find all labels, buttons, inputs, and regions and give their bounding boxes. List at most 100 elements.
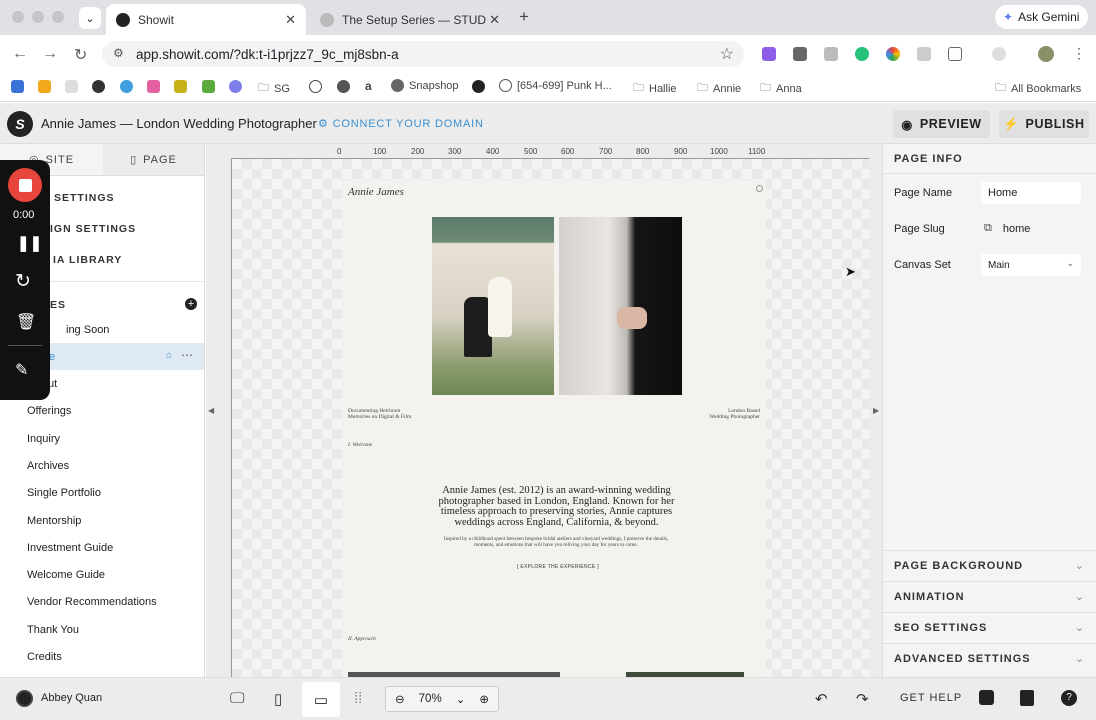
tab-showit[interactable]: Showit ✕ bbox=[106, 4, 306, 35]
bookmark-shopify-icon[interactable] bbox=[202, 80, 215, 93]
page-item-offerings[interactable]: Offerings bbox=[0, 397, 204, 424]
draw-icon[interactable]: ✎ bbox=[15, 360, 28, 380]
site-page-preview[interactable]: Annie James Documenting Heirloom Memorie… bbox=[342, 180, 766, 677]
headline-text[interactable]: Annie James (est. 2012) is an award-winn… bbox=[424, 485, 689, 528]
page-item-thank-you[interactable]: Thank You bbox=[0, 616, 204, 643]
window-close-light[interactable] bbox=[12, 11, 24, 23]
url-field[interactable]: ⚙ app.showit.com/?dk:t-i1prjzz7_9c_mj8sb… bbox=[102, 41, 744, 67]
bookmark-star-icon[interactable]: ☆ bbox=[720, 44, 734, 64]
close-tab-icon[interactable]: ✕ bbox=[489, 12, 500, 28]
page-slug-field[interactable]: ⧉ home bbox=[984, 222, 1030, 235]
body-text[interactable]: Inspired by a childhood spent between be… bbox=[437, 536, 675, 548]
close-tab-icon[interactable]: ✕ bbox=[285, 12, 296, 28]
publish-button[interactable]: ⚡ PUBLISH bbox=[999, 110, 1089, 138]
site-logo[interactable]: Annie James bbox=[348, 186, 404, 198]
bookmark-circle-icon[interactable] bbox=[229, 80, 242, 93]
extension-grid-icon[interactable] bbox=[917, 47, 931, 61]
page-name-input[interactable]: Home bbox=[981, 182, 1081, 204]
stop-recording-button[interactable] bbox=[8, 168, 42, 202]
page-item-mentorship[interactable]: Mentorship bbox=[0, 507, 204, 534]
extension-color-icon[interactable] bbox=[886, 47, 900, 61]
bookmark-hy-icon[interactable] bbox=[174, 80, 187, 93]
delete-icon[interactable]: 🗑 bbox=[16, 312, 36, 332]
window-zoom-light[interactable] bbox=[52, 11, 64, 23]
browser-menu-icon[interactable]: ⋮ bbox=[1072, 45, 1086, 62]
zoom-control[interactable]: ⊖ 70% ⌄ ⊕ bbox=[385, 686, 499, 712]
redo-icon[interactable]: ↷ bbox=[856, 690, 869, 708]
docs-icon[interactable] bbox=[1020, 690, 1034, 706]
bookmark-sg[interactable]: 🗀 SG bbox=[258, 79, 290, 98]
reload-icon[interactable]: ↻ bbox=[74, 45, 87, 65]
bookmark-20-icon[interactable] bbox=[11, 80, 24, 93]
site-settings-item[interactable]: SETTINGS bbox=[54, 192, 115, 204]
zoom-out-icon[interactable]: ⊖ bbox=[395, 692, 405, 706]
animation-accordion[interactable]: ANIMATION ⌄ bbox=[883, 581, 1096, 611]
page-background-accordion[interactable]: PAGE BACKGROUND ⌄ bbox=[883, 550, 1096, 580]
bookmark-video-icon[interactable] bbox=[38, 80, 51, 93]
bookmark-s-icon[interactable] bbox=[337, 80, 350, 93]
page-item-inquiry[interactable]: Inquiry bbox=[0, 425, 204, 452]
get-help-link[interactable]: GET HELP bbox=[900, 692, 962, 704]
profile-avatar-icon[interactable] bbox=[1038, 46, 1054, 62]
collapse-right-icon[interactable]: ▶ bbox=[873, 406, 879, 415]
extension-grammarly-icon[interactable] bbox=[855, 47, 869, 61]
zoom-level[interactable]: 70% bbox=[419, 693, 442, 705]
page-item-investment-guide[interactable]: Investment Guide bbox=[0, 534, 204, 561]
dress-detail-photo[interactable] bbox=[559, 217, 682, 395]
tab-search-chevron-icon[interactable]: ⌄ bbox=[79, 7, 101, 29]
desktop-canvas-toggle[interactable]: ▭ bbox=[302, 682, 340, 717]
bookmark-amazon-icon[interactable]: a bbox=[365, 79, 372, 93]
forward-icon[interactable]: → bbox=[42, 45, 58, 63]
bookmark-annie[interactable]: 🗀 Annie bbox=[697, 79, 741, 98]
media-library-item[interactable]: IA LIBRARY bbox=[53, 254, 122, 266]
extension-camera-icon[interactable] bbox=[824, 47, 838, 61]
design-settings-item[interactable]: IGN SETTINGS bbox=[50, 223, 136, 235]
bookmark-punk[interactable]: [654-699] Punk H... bbox=[499, 79, 612, 92]
connect-domain-link[interactable]: ⚙ CONNECT YOUR DOMAIN bbox=[318, 117, 484, 131]
add-page-icon[interactable]: + bbox=[185, 298, 197, 310]
collapse-left-icon[interactable]: ◀ bbox=[208, 406, 214, 415]
all-bookmarks[interactable]: 🗀 All Bookmarks bbox=[995, 79, 1081, 98]
password-key-icon[interactable] bbox=[992, 47, 1006, 61]
grid-icon[interactable]: ⁞⁞ bbox=[354, 690, 362, 707]
page-item-vendor-recommendations[interactable]: Vendor Recommendations bbox=[0, 588, 204, 615]
more-options-icon[interactable]: ⋯ bbox=[181, 348, 193, 362]
pause-icon[interactable]: ❚❚ bbox=[17, 234, 42, 252]
bookmark-play-icon[interactable] bbox=[472, 80, 485, 93]
extension-f-icon[interactable] bbox=[793, 47, 807, 61]
menu-circle-icon[interactable] bbox=[756, 185, 763, 192]
extensions-puzzle-icon[interactable] bbox=[948, 47, 962, 61]
page-item-archives[interactable]: Archives bbox=[0, 452, 204, 479]
zoom-in-icon[interactable]: ⊕ bbox=[479, 692, 489, 706]
user-avatar-icon[interactable] bbox=[16, 690, 33, 707]
couple-photo[interactable] bbox=[432, 217, 554, 395]
site-info-icon[interactable]: ⚙ bbox=[113, 46, 124, 60]
artboard[interactable]: Annie James Documenting Heirloom Memorie… bbox=[231, 159, 869, 677]
bookmark-anna[interactable]: 🗀 Anna bbox=[760, 79, 802, 98]
restart-icon[interactable]: ↻ bbox=[15, 270, 31, 293]
page-item-credits[interactable]: Credits bbox=[0, 643, 204, 670]
bookmark-blocks-icon[interactable] bbox=[147, 80, 160, 93]
extension-slash-icon[interactable] bbox=[762, 47, 776, 61]
bookmark-hallie[interactable]: 🗀 Hallie bbox=[633, 79, 677, 98]
tab-setup-series[interactable]: The Setup Series — STUDIO ✕ bbox=[310, 4, 510, 35]
bookmark-doc-icon[interactable] bbox=[65, 80, 78, 93]
page-item-single-portfolio[interactable]: Single Portfolio bbox=[0, 479, 204, 506]
bookmark-c-icon[interactable] bbox=[120, 80, 133, 93]
page-item-welcome-guide[interactable]: Welcome Guide bbox=[0, 561, 204, 588]
announcements-icon[interactable] bbox=[979, 690, 994, 705]
new-tab-button[interactable]: + bbox=[519, 7, 529, 27]
canvas-set-select[interactable]: Main ⌄ bbox=[981, 254, 1081, 276]
undo-icon[interactable]: ↶ bbox=[815, 690, 828, 708]
preview-button[interactable]: ◉ PREVIEW bbox=[893, 110, 990, 138]
desktop-view-icon[interactable]: 🖵 bbox=[230, 690, 244, 707]
bookmark-snapshop[interactable]: Snapshop bbox=[391, 79, 459, 92]
bookmark-showit-icon[interactable] bbox=[92, 80, 105, 93]
chevron-down-icon[interactable]: ⌄ bbox=[456, 692, 466, 706]
showit-logo-icon[interactable]: S bbox=[7, 111, 33, 137]
copy-icon[interactable]: ⧉ bbox=[984, 222, 992, 235]
bookmark-s-outline-icon[interactable] bbox=[309, 80, 322, 93]
seo-settings-accordion[interactable]: SEO SETTINGS ⌄ bbox=[883, 612, 1096, 642]
ask-gemini-button[interactable]: ✦ Ask Gemini bbox=[995, 5, 1088, 29]
window-minimize-light[interactable] bbox=[32, 11, 44, 23]
